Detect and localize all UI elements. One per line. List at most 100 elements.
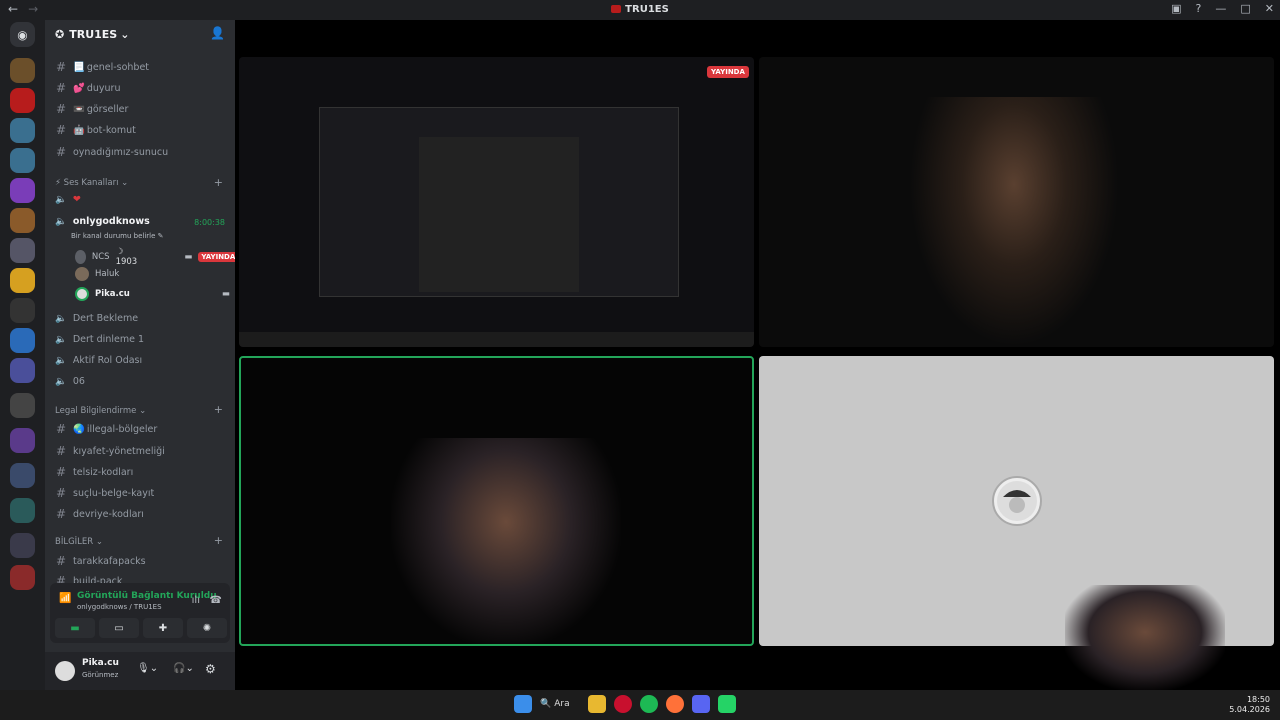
add-channel-icon[interactable]: + [214,534,223,547]
server-header[interactable]: ✪ TRU1ES ⌄ 👤 [45,20,235,48]
server-folder-icon[interactable] [10,533,35,558]
server-folder-icon[interactable] [10,463,35,488]
participant-video [909,97,1119,347]
category-legal[interactable]: Legal Bilgilendirme ⌄ [55,406,146,416]
camera-tile-participant[interactable] [759,57,1274,347]
channel-illegal-bolgeler[interactable]: # 🌏 illegal-bölgeler [55,422,157,436]
add-channel-icon[interactable]: + [214,176,223,189]
channel-label: bot-komut [86,124,136,136]
avatar [75,267,89,281]
server-icon[interactable] [10,238,35,263]
search-icon: 🔍 [540,699,552,709]
hash-icon: # [55,486,67,500]
microphone-icon[interactable]: 🎙⌄ [137,663,158,674]
windows-start-icon[interactable] [514,695,532,713]
server-logo-icon [611,5,622,13]
user-status: Görünmez [82,671,119,679]
minimize-icon[interactable]: — [1215,2,1226,15]
chevron-down-icon: ⌄ [120,27,130,41]
camera-tile-speaking[interactable] [239,356,754,646]
server-folder-icon[interactable] [10,358,35,383]
server-icon[interactable] [10,178,35,203]
close-icon[interactable]: ✕ [1265,2,1274,15]
disconnect-icon[interactable]: ☎ [210,595,222,606]
category-ses-kanallari[interactable]: ⚡ Ses Kanalları ⌄ [55,178,128,188]
hash-icon: # [55,123,67,137]
voice-channel-aktif-rol[interactable]: 🔈 Aktif Rol Odası [55,355,142,366]
spotify-icon[interactable] [640,695,658,713]
channel-telsiz[interactable]: # telsiz-kodları [55,465,133,479]
server-folder-icon[interactable] [10,393,35,418]
invite-people-icon[interactable]: 👤 [210,26,225,40]
server-icon[interactable] [10,148,35,173]
server-icon[interactable] [10,268,35,293]
camera-toggle-button[interactable]: ▬ [55,618,95,638]
server-icon[interactable] [10,58,35,83]
channel-suclu-belge[interactable]: # suçlu-belge-kayıt [55,486,154,500]
taskbar-search[interactable]: 🔍 Ara [540,699,580,709]
channel-gorseller[interactable]: # 📼 görseller [55,102,128,116]
discord-icon[interactable] [692,695,710,713]
channel-emoji: 💕 [73,82,85,94]
screen-share-button[interactable]: ▭ [99,618,139,638]
add-channel-icon[interactable]: + [214,403,223,416]
screen-share-tile[interactable] [239,57,754,347]
category-bilgiler[interactable]: BİLGİLER ⌄ [55,537,103,547]
voice-member-ncs[interactable]: NCS ☽ 1903 ▬ YAYINDA [75,247,235,267]
hash-icon: # [55,507,67,521]
settings-gear-icon[interactable]: ⚙ [205,662,216,676]
speaker-icon: 🔈 [55,216,67,227]
hash-icon: # [55,81,67,95]
channel-duyuru[interactable]: # 💕 duyuru [55,81,121,95]
voice-channel-dert-bekleme[interactable]: 🔈 Dert Bekleme [55,313,138,324]
member-name: Haluk [95,269,120,279]
noise-suppression-icon[interactable]: ılı [192,595,200,606]
hash-icon: # [55,465,67,479]
whatsapp-icon[interactable] [718,695,736,713]
channel-devriye[interactable]: # devriye-kodları [55,507,144,521]
voice-member-haluk[interactable]: Haluk [75,267,119,281]
avatar[interactable] [55,661,75,681]
channel-bot-komut[interactable]: # 🤖 bot-komut [55,123,136,137]
soundboard-button[interactable]: ✺ [187,618,227,638]
speaker-icon: 🔈 [55,194,67,205]
server-folder-icon[interactable] [10,428,35,453]
help-icon[interactable]: ? [1196,2,1202,15]
maximize-icon[interactable]: □ [1240,2,1250,15]
system-clock[interactable]: 18:50 5.04.2026 [1229,695,1270,715]
speaker-icon: 🔈 [55,334,67,345]
channel-tarakkafapacks[interactable]: # tarakkafapacks [55,554,146,568]
signal-icon[interactable]: 📶 [59,593,71,604]
file-explorer-icon[interactable] [588,695,606,713]
voice-channel-unnamed[interactable]: 🔈 ❤ [55,194,81,205]
activities-button[interactable]: ✚ [143,618,183,638]
headphones-icon[interactable]: 🎧⌄ [173,663,194,674]
channel-oynadigimiz-sunucu[interactable]: # oynadığımız-sunucu [55,145,168,159]
member-badge: ☽ 1903 [115,247,138,267]
voice-channel-06[interactable]: 🔈 06 [55,376,85,387]
voice-member-pika[interactable]: Pika.cu ▬ [75,287,230,301]
channel-emoji: 📃 [73,61,85,73]
voice-channel-onlygodknows[interactable]: 🔈 onlygodknows [55,216,150,227]
firefox-icon[interactable] [666,695,684,713]
channel-kiyafet[interactable]: # kıyafet-yönetmeliği [55,444,165,458]
inbox-icon[interactable]: ▣ [1171,2,1181,15]
server-icon[interactable] [10,208,35,233]
server-folder-icon[interactable] [10,498,35,523]
discord-home-icon[interactable]: ◉ [10,22,35,47]
voice-channel-dert-dinleme[interactable]: 🔈 Dert dinleme 1 [55,334,144,345]
shared-taskbar [239,332,754,347]
server-icon[interactable] [10,328,35,353]
channel-genel-sohbet[interactable]: # 📃 genel-sohbet [55,60,149,74]
connection-location[interactable]: onlygodknows / TRU1ES [77,603,162,611]
server-folder-icon[interactable] [10,565,35,590]
server-icon[interactable] [10,88,35,113]
opera-icon[interactable] [614,695,632,713]
server-icon[interactable] [10,118,35,143]
server-icon[interactable] [10,298,35,323]
channel-status-prompt[interactable]: Bir kanal durumu belirle ✎ [71,232,164,240]
server-list: ◉ [0,20,45,690]
camera-icon: ▬ [184,252,193,262]
user-name[interactable]: Pika.cu [82,658,119,668]
os-taskbar: 🔍 Ara 18:50 5.04.2026 [0,690,1280,720]
